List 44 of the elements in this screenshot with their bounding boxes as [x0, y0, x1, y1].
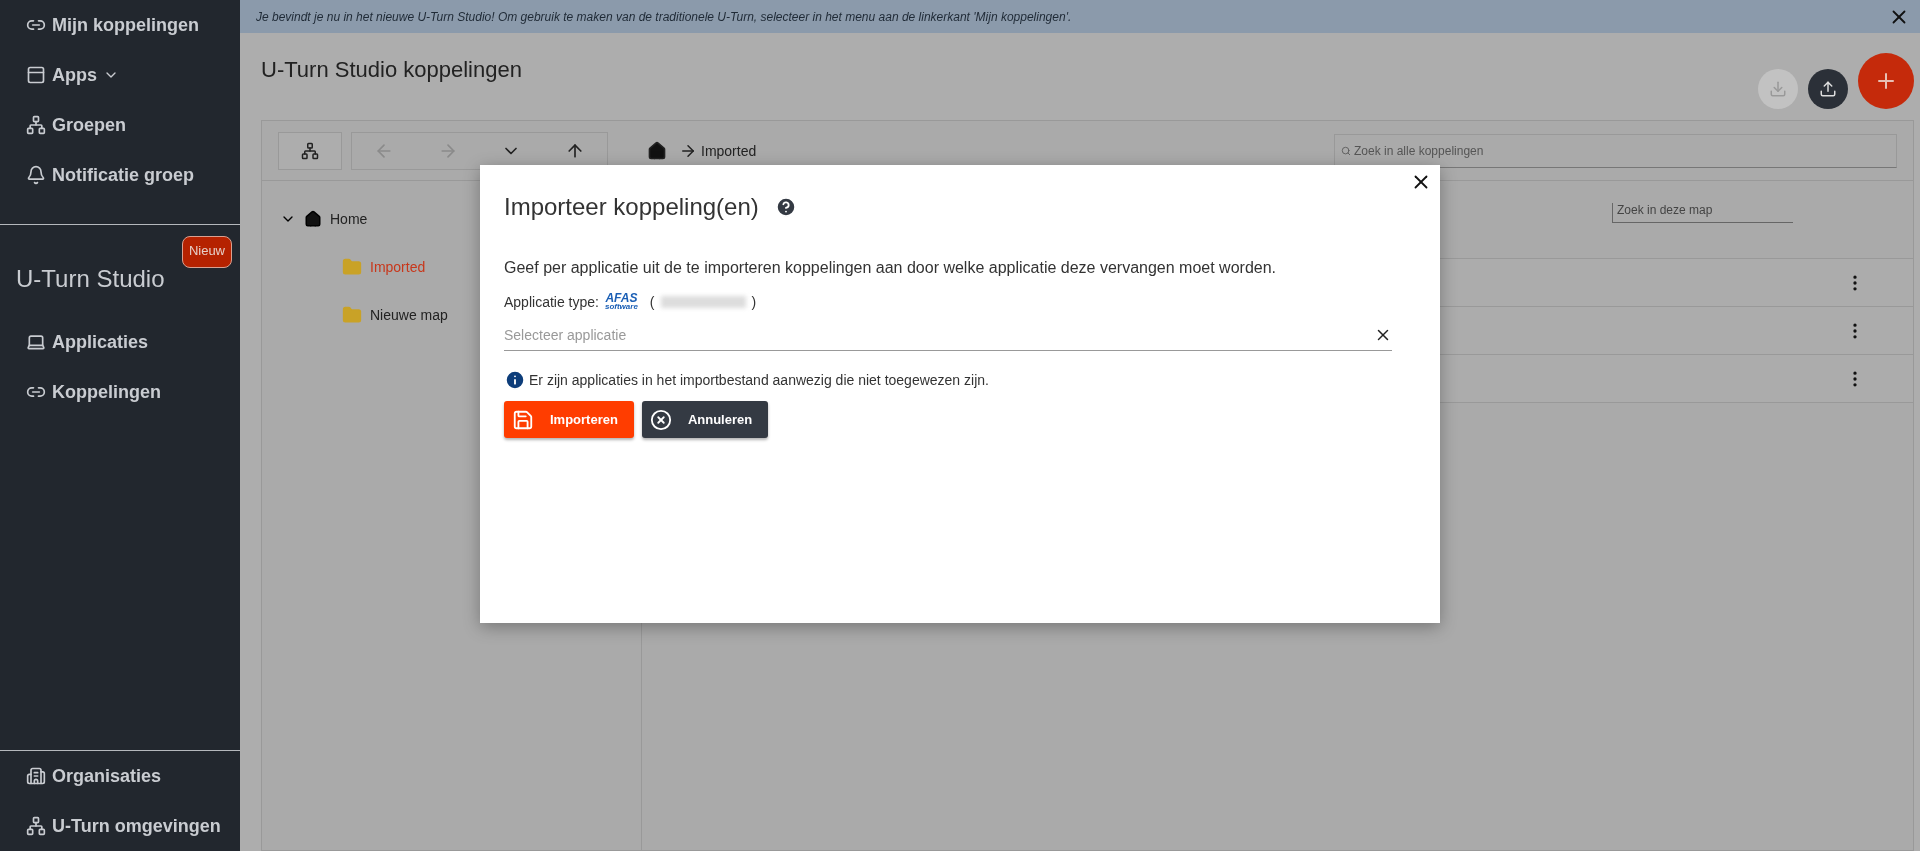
hierarchy-icon — [301, 141, 319, 160]
info-text: Er zijn applicaties in het importbestand aanwezig die niet toegewezen zijn. — [529, 372, 989, 388]
hierarchy-icon — [26, 115, 46, 135]
home-icon[interactable] — [647, 140, 667, 161]
banner-text: Je bevindt je nu in het nieuwe U-Turn Studio! Om gebruik te maken van de traditionele U-Turn, selecteer in het menu aan de linkerkant 'Mijn koppelingen'. — [256, 9, 1072, 24]
sidebar-item[interactable]: U-Turn omgevingen — [0, 801, 240, 851]
page-title: U-Turn Studio koppelingen — [261, 57, 522, 84]
save-icon — [512, 408, 534, 431]
breadcrumb-link[interactable]: Imported — [679, 141, 757, 160]
folder-search-field[interactable]: Zoek in deze map — [1612, 203, 1793, 223]
new-badge: Nieuw — [181, 236, 232, 268]
bell-icon — [26, 165, 46, 185]
folder-icon — [342, 257, 362, 277]
upload-icon — [1819, 80, 1837, 98]
folder-icon — [342, 305, 362, 325]
sidebar-item[interactable]: Organisaties — [0, 751, 240, 801]
sidebar-item[interactable]: Applicaties — [0, 317, 240, 367]
search-icon — [1341, 145, 1351, 156]
dialog-description: Geef per applicatie uit de te importeren koppelingen aan door welke applicatie deze vervangen moet worden. — [504, 259, 1278, 277]
open-paren: ( — [649, 294, 655, 310]
sidebar-item[interactable]: Notificatie groep — [0, 150, 240, 200]
info-icon — [504, 369, 526, 391]
hierarchy-icon — [26, 816, 46, 836]
home-icon — [304, 210, 322, 228]
app-logo: AFAS software — [604, 293, 638, 311]
dialog-title: Importeer koppeling(en) — [504, 193, 759, 221]
tree-view-button[interactable] — [278, 131, 342, 170]
sidebar-item[interactable]: Mijn koppelingen — [0, 0, 240, 50]
close-circle-icon — [649, 408, 672, 431]
download-icon — [1769, 80, 1787, 98]
laptop-icon — [26, 332, 46, 352]
upload-button[interactable] — [1808, 69, 1848, 109]
building-icon — [26, 766, 46, 786]
sidebar-item[interactable]: Groepen — [0, 100, 240, 150]
sidebar-item[interactable]: Koppelingen — [0, 367, 240, 417]
close-paren: ) — [751, 294, 757, 310]
import-button[interactable]: Importeren — [504, 401, 634, 438]
add-button[interactable] — [1858, 53, 1914, 109]
type-label: Applicatie type: — [504, 294, 599, 310]
window-icon — [26, 65, 46, 85]
help-icon[interactable] — [774, 196, 797, 218]
cancel-button[interactable]: Annuleren — [641, 401, 769, 438]
sidebar-item[interactable]: Apps — [0, 50, 240, 100]
section-title: U-Turn Studio — [16, 265, 165, 294]
